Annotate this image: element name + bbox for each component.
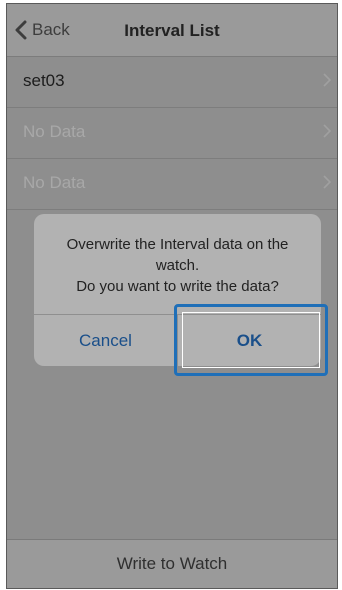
navigation-bar: Back Interval List: [7, 4, 337, 57]
ok-button[interactable]: OK: [178, 315, 321, 366]
chevron-right-icon: [323, 124, 331, 138]
list-item-set03[interactable]: set03: [7, 57, 337, 108]
list-item-empty[interactable]: No Data: [7, 159, 337, 210]
dialog-message-line: Overwrite the Interval data on the: [66, 236, 289, 253]
dialog-message-line: Do you want to write the data?: [76, 278, 279, 295]
write-to-watch-button[interactable]: Write to Watch: [7, 539, 337, 588]
chevron-right-icon: [323, 175, 331, 189]
phone-screen: Back Interval List set03 No Data No Data…: [6, 3, 338, 589]
list-item-empty[interactable]: No Data: [7, 108, 337, 159]
chevron-right-icon: [323, 73, 331, 87]
list-item-label: No Data: [23, 122, 86, 141]
page-title: Interval List: [124, 21, 220, 40]
write-to-watch-label: Write to Watch: [116, 554, 228, 573]
list-item-label: set03: [23, 71, 65, 90]
dialog-message-line: watch.: [155, 257, 200, 274]
cancel-button[interactable]: Cancel: [34, 315, 177, 366]
confirm-dialog: Overwrite the Interval data on the watch…: [34, 214, 321, 366]
dialog-message: Overwrite the Interval data on the watch…: [44, 234, 311, 297]
list-item-label: No Data: [23, 173, 86, 192]
